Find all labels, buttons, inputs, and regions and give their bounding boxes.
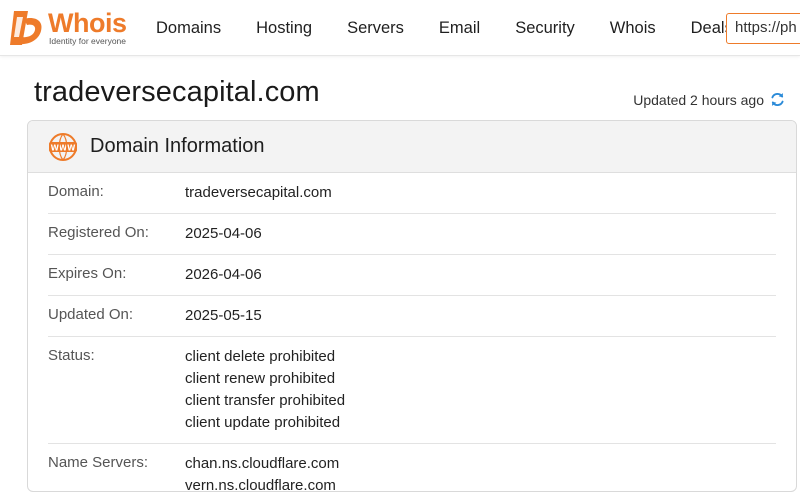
updated-date: 2025-05-15 xyxy=(185,307,262,324)
row-value: tradeversecapital.com xyxy=(185,182,332,204)
row-value: 2025-05-15 xyxy=(185,305,262,327)
row-label: Status: xyxy=(48,347,95,364)
row-status: Status: client delete prohibited client … xyxy=(48,337,776,444)
card-title: Domain Information xyxy=(90,135,265,157)
whois-logo[interactable]: Whois Identity for everyone xyxy=(8,7,134,49)
status-item: client transfer prohibited xyxy=(185,392,346,409)
nav-security[interactable]: Security xyxy=(503,19,575,38)
row-value: chan.ns.cloudflare.com vern.ns.cloudflar… xyxy=(185,453,340,492)
nav-domains[interactable]: Domains xyxy=(144,19,221,38)
nav-deals[interactable]: Deals xyxy=(679,19,733,38)
row-expires: Expires On: 2026-04-06 xyxy=(48,255,776,296)
row-updated: Updated On: 2025-05-15 xyxy=(48,296,776,337)
refresh-icon[interactable] xyxy=(769,91,786,108)
logo-wordmark: Whois xyxy=(48,8,127,38)
updated-status[interactable]: Updated 2 hours ago xyxy=(633,91,786,108)
logo-mark-icon xyxy=(10,11,42,45)
top-navbar: Whois Identity for everyone Domains Host… xyxy=(0,0,800,56)
nav-servers[interactable]: Servers xyxy=(335,19,404,38)
card-header: WWW Domain Information xyxy=(28,121,796,173)
row-value: 2026-04-06 xyxy=(185,264,262,286)
row-name-servers: Name Servers: chan.ns.cloudflare.com ver… xyxy=(48,444,776,492)
row-label: Registered On: xyxy=(48,224,149,241)
status-item: client delete prohibited xyxy=(185,348,336,365)
row-registered: Registered On: 2025-04-06 xyxy=(48,214,776,255)
www-icon: WWW xyxy=(49,132,77,161)
name-server-item: chan.ns.cloudflare.com xyxy=(185,455,340,472)
row-value: 2025-04-06 xyxy=(185,223,262,245)
row-domain: Domain: tradeversecapital.com xyxy=(48,173,776,214)
row-label: Updated On: xyxy=(48,306,134,323)
nav-email[interactable]: Email xyxy=(427,19,480,38)
page-title: tradeversecapital.com xyxy=(34,76,320,108)
search-input[interactable]: https://ph xyxy=(726,13,800,44)
updated-text: Updated 2 hours ago xyxy=(633,91,764,108)
status-item: client update prohibited xyxy=(185,414,341,431)
expires-date: 2026-04-06 xyxy=(185,266,262,283)
row-label: Name Servers: xyxy=(48,454,149,471)
domain-value: tradeversecapital.com xyxy=(185,184,332,201)
row-label: Domain: xyxy=(48,183,104,200)
logo-tagline: Identity for everyone xyxy=(49,36,127,46)
svg-text:WWW: WWW xyxy=(51,143,77,152)
name-server-item: vern.ns.cloudflare.com xyxy=(185,477,336,492)
row-value: client delete prohibited client renew pr… xyxy=(185,346,345,434)
row-label: Expires On: xyxy=(48,265,127,282)
registered-date: 2025-04-06 xyxy=(185,225,262,242)
domain-info-table: Domain: tradeversecapital.com Registered… xyxy=(48,173,776,492)
nav-hosting[interactable]: Hosting xyxy=(244,19,312,38)
main-nav: Domains Hosting Servers Email Security W… xyxy=(144,0,756,56)
domain-info-card: WWW Domain Information Domain: tradevers… xyxy=(27,120,797,492)
status-item: client renew prohibited xyxy=(185,370,336,387)
nav-whois[interactable]: Whois xyxy=(598,19,656,38)
